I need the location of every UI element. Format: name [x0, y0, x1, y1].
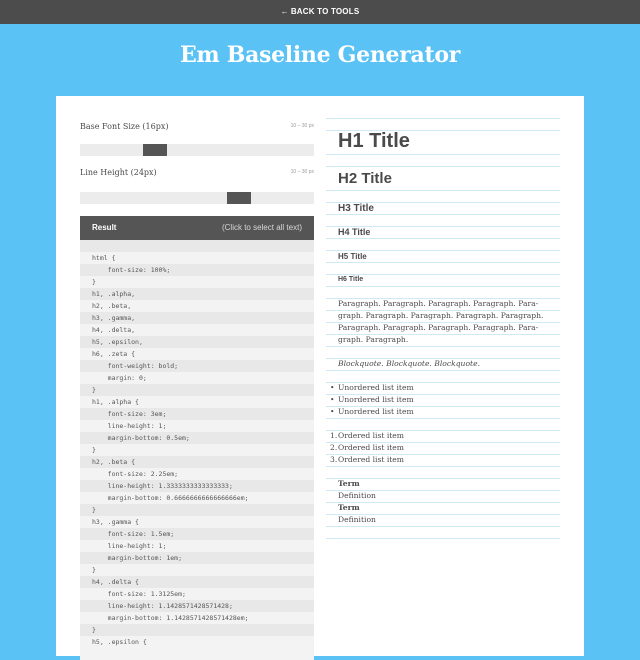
- preview-h1: H1 Title: [338, 130, 410, 152]
- baseline-guide: [326, 118, 560, 119]
- code-line: }: [80, 624, 314, 636]
- preview-paragraph-line: Paragraph. Paragraph. Paragraph. Paragra…: [338, 323, 539, 332]
- baseline-guide: [326, 154, 560, 155]
- font-size-range: 10 – 30 px: [290, 123, 314, 129]
- back-to-tools-link[interactable]: ← BACK TO TOOLS: [281, 7, 360, 16]
- bullet-icon: •: [330, 407, 335, 416]
- result-header[interactable]: Result (Click to select all text): [80, 216, 314, 240]
- code-line: font-size: 2.25em;: [92, 470, 179, 478]
- baseline-guide: [326, 250, 560, 251]
- line-height-slider-thumb[interactable]: [227, 192, 251, 204]
- baseline-guide: [326, 286, 560, 287]
- preview-h5: H5 Title: [338, 252, 367, 261]
- baseline-guide: [326, 478, 560, 479]
- bullet-icon: •: [330, 395, 335, 404]
- code-line: h4, .delta,: [92, 326, 136, 334]
- preview-definition: Definition: [338, 491, 376, 500]
- code-line: h3, .gamma {: [92, 518, 139, 526]
- code-line: h3, .gamma,: [80, 312, 314, 324]
- code-line: line-height: 1;: [92, 542, 167, 550]
- code-line: h1, .alpha {: [92, 398, 139, 406]
- code-line: h5, .epsilon {: [92, 638, 147, 646]
- baseline-guide: [326, 466, 560, 467]
- code-line: line-height: 1.3333333333333333;: [80, 480, 314, 492]
- baseline-guide: [326, 190, 560, 191]
- code-line: font-size: 1.5em;: [80, 528, 314, 540]
- code-line: font-weight: bold;: [80, 360, 314, 372]
- ordered-marker: 2.: [330, 443, 338, 452]
- baseline-guide: [326, 166, 560, 167]
- code-line: margin: 0;: [92, 374, 147, 382]
- preview-definition: Definition: [338, 515, 376, 524]
- code-line: font-size: 1.3125em;: [92, 590, 186, 598]
- baseline-guide: [326, 502, 560, 503]
- preview-h4: H4 Title: [338, 227, 371, 237]
- preview-h3: H3 Title: [338, 203, 374, 214]
- font-size-label: Base Font Size (16px): [80, 122, 169, 131]
- preview-unordered-item: Unordered list item: [338, 395, 414, 404]
- code-line: }: [80, 384, 314, 396]
- baseline-guide: [326, 274, 560, 275]
- preview-term: Term: [338, 479, 360, 488]
- code-line: h2, .beta,: [92, 302, 132, 310]
- preview-unordered-item: Unordered list item: [338, 407, 414, 416]
- ordered-marker: 1.: [330, 431, 338, 440]
- code-line: line-height: 1.1428571428571428;: [80, 600, 314, 612]
- result-title: Result: [92, 223, 117, 232]
- baseline-guide: [326, 370, 560, 371]
- code-line: }: [80, 504, 314, 516]
- top-bar: ← BACK TO TOOLS: [0, 0, 640, 24]
- code-line: margin-bottom: 1.1428571428571428em;: [92, 614, 249, 622]
- code-line: margin-bottom: 0.6666666666666666em;: [92, 494, 249, 502]
- code-line: font-size: 100%;: [80, 264, 314, 276]
- preview-blockquote: Blockquote. Blockquote. Blockquote.: [338, 359, 480, 368]
- font-size-slider-thumb[interactable]: [143, 144, 167, 156]
- preview-h2: H2 Title: [338, 170, 392, 187]
- baseline-guide: [326, 538, 560, 539]
- baseline-guide: [326, 526, 560, 527]
- preview-column: H1 Title H2 Title H3 Title H4 Title H5 T…: [326, 118, 560, 656]
- page-title: Em Baseline Generator: [179, 42, 461, 68]
- left-arrow-icon: ←: [280, 7, 289, 16]
- font-size-slider[interactable]: [80, 144, 314, 156]
- preview-paragraph-line: graph. Paragraph.: [338, 335, 409, 344]
- preview-ordered-item: Ordered list item: [338, 431, 405, 440]
- baseline-guide: [326, 214, 560, 215]
- preview-paragraph-line: Paragraph. Paragraph. Paragraph. Paragra…: [338, 299, 539, 308]
- baseline-guide: [326, 238, 560, 239]
- preview-unordered-item: Unordered list item: [338, 383, 414, 392]
- line-height-range: 10 – 30 px: [290, 169, 314, 175]
- select-all-hint: (Click to select all text): [221, 223, 302, 232]
- bullet-icon: •: [330, 383, 335, 392]
- baseline-guide: [326, 262, 560, 263]
- back-to-tools-label: BACK TO TOOLS: [290, 7, 360, 16]
- preview-ordered-item: Ordered list item: [338, 455, 405, 464]
- preview-term: Term: [338, 503, 360, 512]
- code-line: }: [92, 566, 96, 574]
- code-line: h6, .zeta {: [92, 350, 136, 358]
- code-line: }: [92, 446, 96, 454]
- line-height-label: Line Height (24px): [80, 168, 157, 177]
- code-line: h5, .epsilon,: [80, 336, 314, 348]
- baseline-guide: [326, 346, 560, 347]
- code-line: html {: [92, 254, 116, 262]
- preview-h6: H6 Title: [338, 276, 364, 283]
- code-line: line-height: 1;: [92, 422, 167, 430]
- code-line: [80, 240, 314, 252]
- main-panel: Base Font Size (16px) 10 – 30 px Line He…: [56, 96, 584, 660]
- code-line: }: [92, 278, 96, 286]
- code-line: margin-bottom: 1em;: [80, 552, 314, 564]
- code-line: h1, .alpha,: [80, 288, 314, 300]
- code-line: h2, .beta {: [80, 456, 314, 468]
- result-code[interactable]: html { font-size: 100%;} h1, .alpha, h2, .…: [80, 240, 314, 660]
- code-line: margin-bottom: 0.5em;: [80, 432, 314, 444]
- code-line: h4, .delta {: [80, 576, 314, 588]
- code-line: font-size: 3em;: [80, 408, 314, 420]
- preview-ordered-item: Ordered list item: [338, 443, 405, 452]
- baseline-guide: [326, 418, 560, 419]
- line-height-slider[interactable]: [80, 192, 314, 204]
- ordered-marker: 3.: [330, 455, 338, 464]
- preview-paragraph-line: graph. Paragraph. Paragraph. Paragraph. …: [338, 311, 544, 320]
